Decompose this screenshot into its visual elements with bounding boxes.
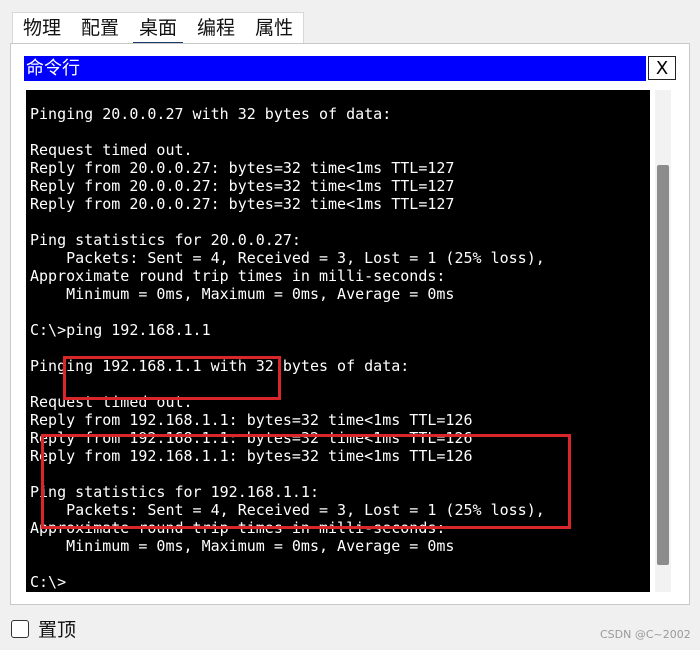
tab-desktop[interactable]: 桌面 (129, 13, 187, 45)
always-on-top-checkbox[interactable] (11, 619, 29, 638)
always-on-top-toggle[interactable]: 置顶 (11, 615, 76, 642)
terminal-line: Ping statistics for 20.0.0.27: (30, 231, 301, 249)
terminal-line: C:\> (30, 573, 67, 591)
terminal-line: Minimum = 0ms, Maximum = 0ms, Average = … (30, 285, 455, 303)
terminal-output[interactable]: Pinging 20.0.0.27 with 32 bytes of data:… (26, 90, 650, 592)
terminal-line: Reply from 20.0.0.27: bytes=32 time<1ms … (30, 195, 455, 213)
terminal-line: Request timed out. (30, 141, 193, 159)
terminal-scrollbar[interactable] (655, 90, 671, 592)
tab-physical[interactable]: 物理 (13, 13, 71, 43)
watermark: CSDN @C~2002 (600, 628, 691, 641)
window-titlebar: 命令行 (24, 56, 646, 81)
terminal-line: Pinging 20.0.0.27 with 32 bytes of data: (30, 105, 392, 123)
terminal-line: C:\>ping 192.168.1.1 (30, 321, 211, 339)
terminal-line: Approximate round trip times in milli-se… (30, 267, 446, 285)
terminal-line: Packets: Sent = 4, Received = 3, Lost = … (30, 249, 545, 267)
tab-programming[interactable]: 编程 (187, 13, 245, 43)
scrollbar-thumb[interactable] (657, 165, 669, 565)
tab-attributes[interactable]: 属性 (245, 13, 303, 43)
window-title: 命令行 (26, 58, 80, 79)
tab-bar: 物理 配置 桌面 编程 属性 (12, 12, 305, 45)
terminal-line: Minimum = 0ms, Maximum = 0ms, Average = … (30, 537, 455, 555)
close-button[interactable]: X (648, 56, 676, 80)
terminal-line: Reply from 20.0.0.27: bytes=32 time<1ms … (30, 177, 455, 195)
highlight-ping-command (63, 356, 281, 400)
highlight-reply-lines (41, 434, 571, 529)
always-on-top-label: 置顶 (38, 619, 77, 641)
tab-config[interactable]: 配置 (71, 13, 129, 43)
terminal-line: Reply from 20.0.0.27: bytes=32 time<1ms … (30, 159, 455, 177)
terminal-line: Reply from 192.168.1.1: bytes=32 time<1m… (30, 411, 473, 429)
command-prompt-panel: 命令行 X Pinging 20.0.0.27 with 32 bytes of… (10, 43, 690, 605)
